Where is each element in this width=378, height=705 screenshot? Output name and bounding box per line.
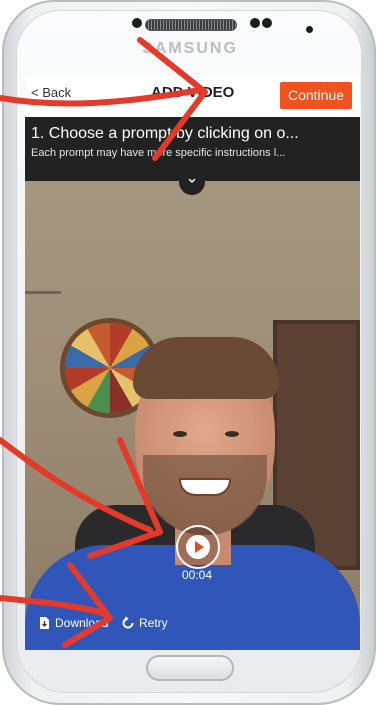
video-scene-shelf (25, 291, 61, 294)
back-link[interactable]: < Back (31, 85, 71, 100)
retry-button[interactable]: Retry (121, 616, 168, 630)
video-duration: 00:04 (181, 568, 213, 582)
play-icon (195, 541, 204, 553)
prompt-title: 1. Choose a prompt by clicking on o... (31, 125, 299, 142)
play-icon-circle (186, 535, 210, 559)
video-scene-person-hair (133, 337, 279, 399)
sensor-dot (306, 26, 313, 33)
front-camera (132, 18, 142, 28)
download-label: Download (55, 616, 109, 630)
download-file-icon (40, 617, 49, 629)
retry-label: Retry (139, 616, 168, 630)
video-scene-person-eye (225, 431, 239, 437)
video-actions: Download Retry (25, 610, 360, 640)
device-brand: SAMSUNG (142, 40, 238, 57)
retry-icon (122, 616, 134, 629)
app-screen: < Back ADD VIDEO Continue 1. Choose a pr… (25, 75, 360, 650)
home-button[interactable] (146, 655, 234, 681)
earpiece-speaker (145, 19, 237, 31)
video-scene-person-eye (173, 431, 187, 437)
play-button[interactable] (176, 525, 220, 569)
sensor-dot (262, 18, 272, 28)
video-scene-person-smile (181, 480, 229, 494)
prompt-subtitle: Each prompt may have more specific instr… (31, 147, 286, 159)
top-bar: < Back ADD VIDEO Continue (25, 75, 360, 117)
sensor-dot (250, 18, 260, 28)
continue-button[interactable]: Continue (279, 82, 352, 109)
prompt-banner[interactable]: 1. Choose a prompt by clicking on o... E… (25, 117, 360, 181)
chevron-down-icon (188, 178, 196, 184)
page-title: ADD VIDEO (151, 84, 235, 101)
download-button[interactable]: Download (37, 616, 108, 630)
